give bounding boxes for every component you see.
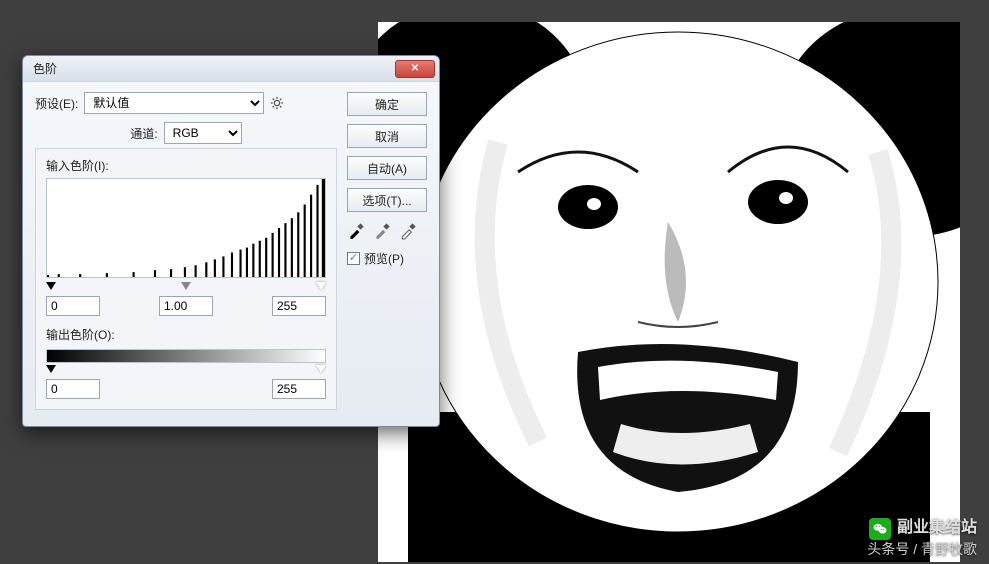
- close-icon: ✕: [411, 63, 419, 74]
- output-black-field[interactable]: [46, 379, 100, 399]
- output-white-slider[interactable]: [316, 365, 326, 373]
- preset-select[interactable]: 默认值: [84, 92, 264, 114]
- dialog-title: 色阶: [33, 60, 57, 77]
- cancel-button[interactable]: 取消: [347, 124, 427, 148]
- output-levels-label: 输出色阶(O):: [46, 326, 326, 343]
- close-button[interactable]: ✕: [395, 60, 435, 78]
- gray-eyedropper-icon[interactable]: [373, 222, 391, 240]
- black-eyedropper-icon[interactable]: [347, 222, 365, 240]
- wechat-icon: [869, 518, 891, 540]
- preview-label: 预览(P): [364, 250, 404, 267]
- levels-dialog: 色阶 ✕ 预设(E): 默认值 通道: RGB 输入: [22, 55, 440, 427]
- input-gamma-field[interactable]: [159, 296, 213, 316]
- output-white-field[interactable]: [272, 379, 326, 399]
- white-point-slider[interactable]: [316, 282, 326, 290]
- output-gradient[interactable]: [46, 349, 326, 363]
- white-eyedropper-icon[interactable]: [399, 222, 417, 240]
- histogram[interactable]: [46, 178, 326, 278]
- output-slider[interactable]: [46, 365, 326, 373]
- watermark-sub: 头条号 / 青野牧歌: [867, 540, 977, 558]
- dialog-titlebar[interactable]: 色阶 ✕: [23, 56, 439, 82]
- canvas-image: [378, 22, 960, 562]
- watermark: 副业集结站 头条号 / 青野牧歌: [867, 518, 977, 558]
- input-white-field[interactable]: [272, 296, 326, 316]
- gamma-slider[interactable]: [181, 282, 191, 290]
- channel-label: 通道:: [130, 125, 157, 142]
- input-black-field[interactable]: [46, 296, 100, 316]
- watermark-main: 副业集结站: [897, 518, 977, 539]
- preview-checkbox[interactable]: [347, 252, 360, 265]
- preset-label: 预设(E):: [35, 95, 78, 112]
- output-black-slider[interactable]: [46, 365, 56, 373]
- ok-button[interactable]: 确定: [347, 92, 427, 116]
- channel-select[interactable]: RGB: [164, 122, 242, 144]
- input-levels-group: 输入色阶(I):: [35, 148, 337, 410]
- options-button[interactable]: 选项(T)...: [347, 188, 427, 212]
- input-slider[interactable]: [46, 282, 326, 290]
- gear-icon[interactable]: [270, 96, 284, 110]
- auto-button[interactable]: 自动(A): [347, 156, 427, 180]
- input-levels-label: 输入色阶(I):: [46, 157, 326, 174]
- black-point-slider[interactable]: [46, 282, 56, 290]
